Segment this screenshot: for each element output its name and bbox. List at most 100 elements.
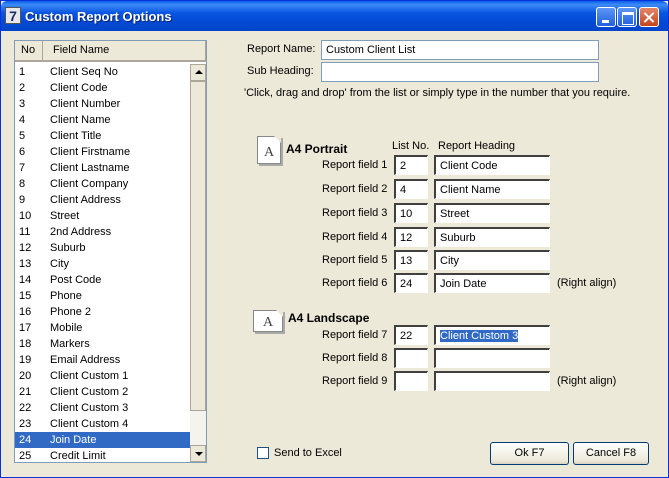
- column-header-field-name[interactable]: Field Name: [43, 41, 206, 62]
- report-heading-input[interactable]: [434, 371, 550, 391]
- send-to-excel-checkbox[interactable]: [257, 447, 269, 459]
- portrait-title: A4 Portrait: [286, 142, 348, 156]
- list-item-no: 13: [19, 258, 32, 270]
- list-no-input[interactable]: 24: [394, 273, 428, 293]
- list-item-no: 16: [19, 306, 32, 318]
- column-header-no[interactable]: No: [15, 41, 43, 62]
- list-item[interactable]: 21 Client Custom 2: [15, 384, 190, 400]
- list-item[interactable]: 1 Client Seq No: [15, 64, 190, 80]
- list-rows: 1 Client Seq No 2 Client Code 3 Client Number…: [15, 64, 190, 462]
- list-item-no: 5: [19, 130, 26, 142]
- send-to-excel-label[interactable]: Send to Excel: [274, 447, 342, 459]
- list-no-input[interactable]: 2: [394, 155, 428, 175]
- list-no-input[interactable]: 4: [394, 179, 428, 199]
- scroll-thumb[interactable]: [190, 81, 206, 411]
- list-item-name: Client Lastname: [50, 162, 130, 174]
- list-item-name: 2nd Address: [50, 226, 112, 238]
- list-item-name: Client Custom 1: [50, 370, 129, 382]
- report-heading-input[interactable]: Join Date: [434, 273, 550, 293]
- list-item[interactable]: 7 Client Lastname: [15, 160, 190, 176]
- report-field-label: Report field 3: [322, 207, 388, 219]
- sub-heading-input[interactable]: [321, 62, 599, 82]
- instruction-text: 'Click, drag and drop' from the list or …: [244, 87, 631, 99]
- list-item[interactable]: 14 Post Code: [15, 272, 190, 288]
- list-item-name: Client Number: [50, 98, 121, 110]
- list-item[interactable]: 25 Credit Limit: [15, 448, 190, 462]
- scroll-down-icon[interactable]: [190, 445, 206, 462]
- list-item-no: 23: [19, 418, 32, 430]
- report-heading-input[interactable]: Street: [434, 203, 550, 223]
- list-item[interactable]: 10 Street: [15, 208, 190, 224]
- list-item-no: 8: [19, 178, 26, 190]
- list-item[interactable]: 6 Client Firstname: [15, 144, 190, 160]
- maximize-button[interactable]: [617, 7, 637, 27]
- list-item[interactable]: 9 Client Address: [15, 192, 190, 208]
- list-item-no: 9: [19, 194, 26, 206]
- list-item[interactable]: 20 Client Custom 1: [15, 368, 190, 384]
- list-no-input[interactable]: 13: [394, 250, 428, 270]
- ok-button[interactable]: Ok F7: [490, 442, 569, 465]
- list-item[interactable]: 15 Phone: [15, 288, 190, 304]
- list-item[interactable]: 24 Join Date: [15, 432, 190, 448]
- cancel-button[interactable]: Cancel F8: [573, 442, 649, 465]
- list-no-input[interactable]: 22: [394, 325, 428, 345]
- list-item-no: 19: [19, 354, 32, 366]
- list-item-name: Email Address: [50, 354, 121, 366]
- list-item[interactable]: 8 Client Company: [15, 176, 190, 192]
- list-item[interactable]: 23 Client Custom 4: [15, 416, 190, 432]
- report-heading-input[interactable]: Client Code: [434, 155, 550, 175]
- scroll-up-icon[interactable]: [190, 64, 206, 81]
- right-align-note: (Right align): [557, 375, 617, 387]
- column-list-no: List No.: [392, 140, 430, 152]
- report-name-input[interactable]: Custom Client List: [321, 40, 599, 60]
- list-item[interactable]: 19 Email Address: [15, 352, 190, 368]
- list-item-no: 6: [19, 146, 26, 158]
- list-item[interactable]: 22 Client Custom 3: [15, 400, 190, 416]
- list-no-input[interactable]: [394, 371, 428, 391]
- list-no-input[interactable]: 10: [394, 203, 428, 223]
- list-item[interactable]: 5 Client Title: [15, 128, 190, 144]
- report-heading-input[interactable]: [434, 348, 550, 368]
- close-button[interactable]: [639, 7, 659, 27]
- report-heading-input[interactable]: Suburb: [434, 227, 550, 247]
- list-item-no: 2: [19, 82, 26, 94]
- list-item-no: 24: [19, 434, 32, 446]
- list-item-name: Client Title: [50, 130, 102, 142]
- report-heading-input[interactable]: City: [434, 250, 550, 270]
- list-item-no: 17: [19, 322, 32, 334]
- list-item-name: Client Custom 3: [50, 402, 129, 414]
- report-field-label: Report field 1: [322, 159, 388, 171]
- report-heading-input[interactable]: Client Name: [434, 179, 550, 199]
- report-name-label: Report Name:: [247, 43, 316, 55]
- list-item[interactable]: 18 Markers: [15, 336, 190, 352]
- list-item[interactable]: 3 Client Number: [15, 96, 190, 112]
- list-item-no: 1: [19, 66, 26, 78]
- list-item-name: Client Firstname: [50, 146, 131, 158]
- report-field-label: Report field 8: [322, 352, 388, 364]
- list-item-no: 15: [19, 290, 32, 302]
- report-heading-input[interactable]: Client Custom 3: [434, 325, 550, 345]
- title-bar[interactable]: 7 Custom Report Options: [1, 1, 668, 31]
- list-item[interactable]: 4 Client Name: [15, 112, 190, 128]
- list-item-no: 18: [19, 338, 32, 350]
- list-item[interactable]: 11 2nd Address: [15, 224, 190, 240]
- list-no-input[interactable]: [394, 348, 428, 368]
- list-item-name: City: [50, 258, 69, 270]
- sub-heading-label: Sub Heading:: [247, 65, 314, 77]
- list-item-name: Phone: [50, 290, 82, 302]
- landscape-document-icon: A: [253, 310, 283, 332]
- list-item[interactable]: 2 Client Code: [15, 80, 190, 96]
- list-item-name: Client Seq No: [50, 66, 118, 78]
- list-item[interactable]: 17 Mobile: [15, 320, 190, 336]
- right-align-note: (Right align): [557, 277, 617, 289]
- list-item-name: Client Code: [50, 82, 108, 94]
- list-item[interactable]: 16 Phone 2: [15, 304, 190, 320]
- list-scrollbar[interactable]: [190, 64, 206, 462]
- minimize-button[interactable]: [596, 7, 616, 27]
- list-header: No Field Name: [15, 41, 206, 62]
- list-item[interactable]: 12 Suburb: [15, 240, 190, 256]
- window-title: Custom Report Options: [25, 9, 172, 24]
- field-list[interactable]: No Field Name 1 Client Seq No 2 Client Code…: [14, 40, 207, 463]
- list-no-input[interactable]: 12: [394, 227, 428, 247]
- list-item[interactable]: 13 City: [15, 256, 190, 272]
